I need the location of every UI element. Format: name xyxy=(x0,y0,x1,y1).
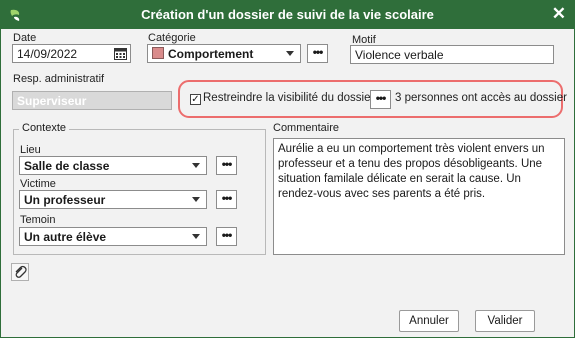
validate-button[interactable]: Valider xyxy=(475,310,535,332)
close-icon[interactable]: ✕ xyxy=(552,4,566,24)
access-count-text: 3 personnes ont accès au dossier xyxy=(395,92,567,104)
chevron-down-icon xyxy=(192,234,200,239)
attach-button[interactable] xyxy=(11,263,29,281)
date-label: Date xyxy=(13,32,37,44)
category-color-swatch xyxy=(152,47,164,59)
temoin-select[interactable]: Un autre élève xyxy=(19,227,207,246)
resp-label: Resp. administratif xyxy=(13,73,105,85)
lieu-select[interactable]: Salle de classe xyxy=(19,156,207,175)
temoin-value: Un autre élève xyxy=(24,230,107,244)
date-field[interactable]: 14/09/2022 xyxy=(12,44,131,63)
restrict-visibility-checkbox[interactable]: ✓ xyxy=(190,94,201,105)
lieu-label: Lieu xyxy=(20,144,41,156)
dialog-window: Création d'un dossier de suivi de la vie… xyxy=(0,0,575,338)
categorie-label: Catégorie xyxy=(148,32,196,44)
dialog-title: Création d'un dossier de suivi de la vie… xyxy=(141,7,434,22)
lieu-more-button[interactable]: ••• xyxy=(216,156,237,175)
temoin-more-button[interactable]: ••• xyxy=(216,227,237,246)
contexte-title: Contexte xyxy=(19,122,70,134)
victime-select[interactable]: Un professeur xyxy=(19,190,207,209)
restrict-visibility-label: Restreindre la visibilité du dossier xyxy=(203,92,375,104)
motif-field[interactable]: Violence verbale xyxy=(350,45,554,64)
commentaire-textarea[interactable]: Aurélie a eu un comportement très violen… xyxy=(273,138,565,255)
resp-field: Superviseur xyxy=(12,91,172,110)
categorie-select[interactable]: Comportement xyxy=(147,44,301,63)
victime-value: Un professeur xyxy=(24,193,106,207)
categorie-more-button[interactable]: ••• xyxy=(307,44,328,63)
lieu-value: Salle de classe xyxy=(24,159,110,173)
chevron-down-icon xyxy=(286,51,294,56)
categorie-value: Comportement xyxy=(168,47,254,61)
commentaire-label: Commentaire xyxy=(273,122,340,134)
calendar-icon[interactable] xyxy=(114,47,127,60)
cancel-button[interactable]: Annuler xyxy=(399,310,459,332)
paperclip-icon xyxy=(15,265,27,278)
victime-label: Victime xyxy=(20,178,56,190)
temoin-label: Temoin xyxy=(20,214,56,226)
victime-more-button[interactable]: ••• xyxy=(216,190,237,209)
chevron-down-icon xyxy=(192,163,200,168)
chevron-down-icon xyxy=(192,197,200,202)
visibility-more-button[interactable]: ••• xyxy=(370,90,391,109)
title-bar: Création d'un dossier de suivi de la vie… xyxy=(1,1,574,29)
date-value: 14/09/2022 xyxy=(17,47,78,61)
